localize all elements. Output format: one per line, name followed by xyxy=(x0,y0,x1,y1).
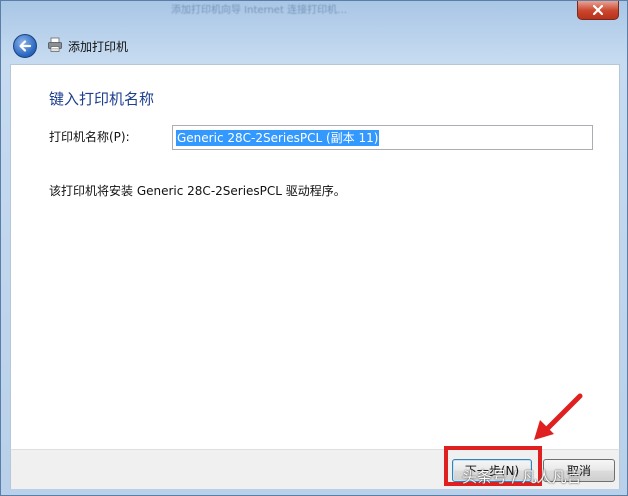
watermark: 头条号 / 凡人凡言 xyxy=(462,468,582,486)
printer-name-input[interactable]: Generic 28C-2SeriesPCL (副本 11) xyxy=(172,125,593,150)
back-button[interactable] xyxy=(13,34,37,58)
back-arrow-icon xyxy=(19,40,32,52)
wizard-title: 添加打印机 xyxy=(68,40,129,54)
printer-name-value: Generic 28C-2SeriesPCL (副本 11) xyxy=(176,130,380,146)
printer-name-label: 打印机名称(P): xyxy=(49,130,130,144)
window-title-background: 添加打印机向导 Internet 连接打印机… xyxy=(171,5,348,16)
printer-icon xyxy=(48,37,62,52)
driver-info-text: 该打印机将安装 Generic 28C-2SeriesPCL 驱动程序。 xyxy=(49,184,346,198)
page-heading: 键入打印机名称 xyxy=(49,90,155,108)
wizard-nav-bar: 添加打印机 xyxy=(9,29,621,63)
red-arrow-icon xyxy=(534,393,583,440)
wizard-content: 键入打印机名称 打印机名称(P): Generic 28C-2SeriesPCL… xyxy=(10,64,620,449)
close-button[interactable] xyxy=(577,1,619,20)
close-icon xyxy=(592,4,604,16)
